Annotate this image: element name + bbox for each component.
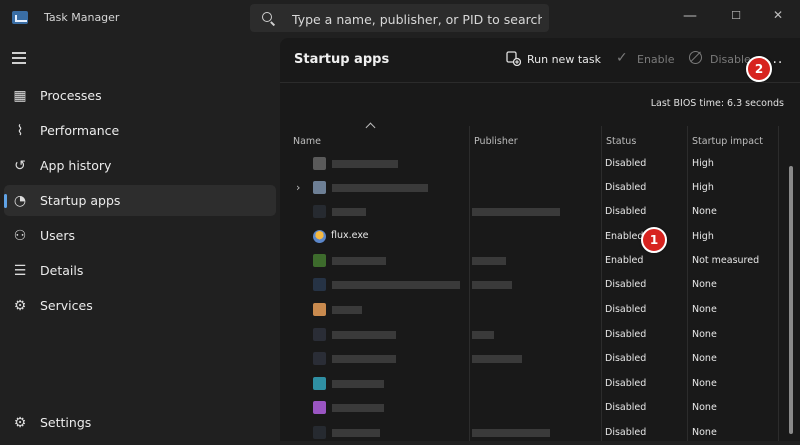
disable-button[interactable]: Disable — [689, 50, 753, 70]
column-publisher[interactable]: Publisher — [474, 136, 518, 147]
close-button[interactable]: ✕ — [764, 8, 792, 22]
sidebar-item-details[interactable]: ☰ Details — [4, 255, 276, 286]
details-icon: ☰ — [13, 263, 27, 279]
enable-button[interactable]: ✓ Enable — [616, 50, 674, 70]
page-header: Startup apps Run new task ✓ Enable Disab… — [280, 38, 800, 83]
title-bar: Task Manager — ☐ ✕ — [0, 0, 800, 38]
sidebar-item-app-history[interactable]: ↺ App history — [4, 150, 276, 181]
column-name[interactable]: Name — [293, 136, 321, 147]
table-row[interactable]: flux.exe Enabled High — [280, 225, 760, 249]
table-row[interactable]: Disabled None — [280, 347, 760, 371]
app-icon — [313, 426, 326, 439]
annotation-badge-1: 1 — [641, 227, 667, 253]
menu-icon[interactable] — [12, 52, 26, 64]
services-icon: ⚙ — [13, 298, 27, 314]
search-box[interactable] — [250, 4, 549, 34]
table-row[interactable]: Disabled None — [280, 372, 760, 396]
sidebar-item-label: Services — [40, 298, 93, 313]
app-icon — [313, 303, 326, 316]
table-row[interactable]: Enabled Not measured — [280, 249, 760, 273]
sidebar-item-label: Details — [40, 263, 84, 278]
sidebar-item-users[interactable]: ⚇ Users — [4, 220, 276, 251]
app-icon — [313, 352, 326, 365]
run-new-task-button[interactable]: Run new task — [506, 50, 601, 70]
app-icon — [313, 254, 326, 267]
sidebar-item-processes[interactable]: ▦ Processes — [4, 80, 276, 111]
history-icon: ↺ — [14, 158, 26, 174]
sidebar-item-startup-apps[interactable]: ◔ Startup apps — [4, 185, 276, 216]
table-row[interactable]: Disabled None — [280, 396, 760, 420]
sidebar-item-services[interactable]: ⚙ Services — [4, 290, 276, 321]
app-icon — [313, 377, 326, 390]
search-icon — [262, 12, 272, 22]
run-task-icon — [506, 51, 521, 66]
app-icon — [313, 205, 326, 218]
table-row[interactable]: Disabled None — [280, 200, 760, 224]
run-new-task-label: Run new task — [527, 53, 601, 66]
vertical-scrollbar[interactable] — [789, 166, 793, 434]
sidebar-item-label: Processes — [40, 88, 102, 103]
sidebar-item-label: Users — [40, 228, 76, 243]
table-row[interactable]: Disabled None — [280, 273, 760, 297]
sidebar: ▦ Processes ⌇ Performance ↺ App history … — [0, 38, 280, 441]
sidebar-item-label: Startup apps — [40, 193, 121, 208]
chevron-right-icon[interactable]: › — [296, 181, 300, 194]
sort-ascending-icon[interactable] — [365, 122, 376, 133]
table-row[interactable]: › Disabled High — [280, 176, 760, 200]
app-title: Task Manager — [44, 11, 120, 24]
enable-label: Enable — [637, 53, 675, 66]
sidebar-item-performance[interactable]: ⌇ Performance — [4, 115, 276, 146]
app-icon — [313, 328, 326, 341]
bios-time: Last BIOS time: 6.3 seconds — [650, 98, 784, 109]
users-icon: ⚇ — [13, 228, 27, 244]
processes-icon: ▦ — [13, 88, 27, 104]
annotation-badge-2: 2 — [746, 56, 772, 82]
disable-label: Disable — [710, 53, 751, 66]
table-row[interactable]: Disabled None — [280, 323, 760, 347]
app-icon — [313, 401, 326, 414]
sidebar-item-label: App history — [40, 158, 112, 173]
table-row[interactable]: Disabled High — [280, 152, 760, 176]
sidebar-item-label: Settings — [40, 415, 92, 430]
app-icon — [313, 278, 326, 291]
search-input[interactable] — [290, 4, 544, 34]
column-startup-impact[interactable]: Startup impact — [692, 136, 763, 147]
performance-icon: ⌇ — [16, 123, 24, 139]
table-row[interactable]: Disabled None — [280, 298, 760, 322]
minimize-button[interactable]: — — [676, 8, 704, 24]
sidebar-item-label: Performance — [40, 123, 120, 138]
page-title: Startup apps — [294, 52, 390, 67]
maximize-button[interactable]: ☐ — [722, 9, 750, 22]
main-panel: Startup apps Run new task ✓ Enable Disab… — [280, 38, 800, 441]
column-status[interactable]: Status — [606, 136, 636, 147]
app-icon — [313, 157, 326, 170]
checkmark-icon: ✓ — [616, 50, 628, 66]
startup-icon: ◔ — [13, 193, 27, 209]
table-header: Name Publisher Status Startup impact — [280, 132, 780, 152]
task-manager-icon — [12, 11, 28, 24]
flux-app-icon — [313, 230, 326, 243]
app-icon — [313, 181, 326, 194]
settings-icon: ⚙ — [13, 415, 27, 431]
table-row[interactable]: Disabled None — [280, 421, 760, 445]
sidebar-item-settings[interactable]: ⚙ Settings — [4, 407, 276, 438]
